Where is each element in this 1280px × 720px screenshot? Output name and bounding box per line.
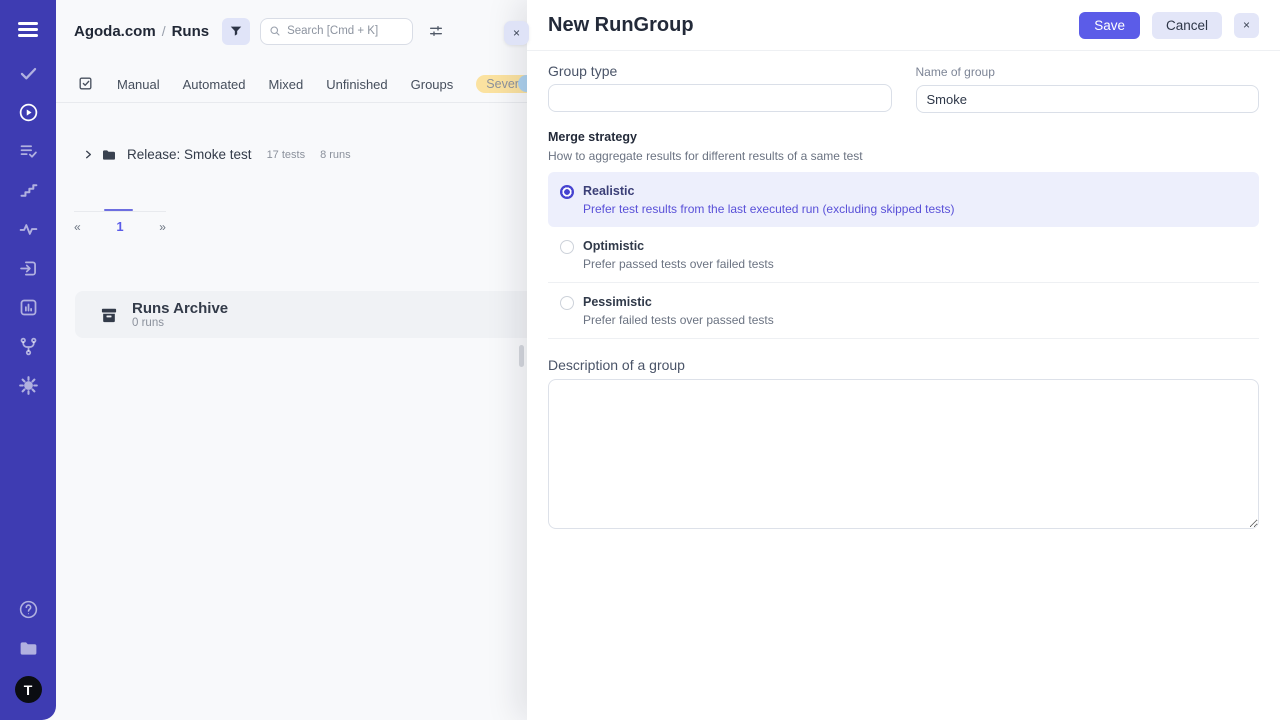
group-type-field: Group type — [548, 63, 892, 113]
description-label: Description of a group — [548, 357, 1259, 373]
modal-title: New RunGroup — [548, 14, 1079, 37]
pagination-divider — [74, 211, 166, 212]
runs-filter-tabs: Manual Automated Mixed Unfinished Groups… — [56, 66, 527, 103]
merge-strategy-hint: How to aggregate results for different r… — [548, 149, 1259, 163]
group-type-input[interactable] — [548, 84, 892, 112]
runs-panel-header: Agoda.com / Runs — [56, 0, 527, 62]
modal-close-button[interactable]: × — [1234, 13, 1259, 38]
runs-archive-row[interactable]: Runs Archive 0 runs — [75, 291, 527, 338]
app: T Agoda.com / Runs Manual Automated — [0, 0, 1280, 720]
help-icon[interactable] — [17, 598, 39, 620]
option-description: Prefer test results from the last execut… — [583, 202, 955, 216]
option-description: Prefer passed tests over failed tests — [583, 257, 774, 271]
cancel-button[interactable]: Cancel — [1152, 12, 1222, 39]
option-text: Realistic Prefer test results from the l… — [583, 184, 955, 216]
modal-header: New RunGroup Save Cancel × — [527, 0, 1280, 51]
chevron-right-icon[interactable] — [83, 149, 94, 160]
settings-gear-icon[interactable] — [17, 374, 39, 396]
pagination-active-indicator — [104, 209, 133, 211]
breadcrumb-separator: / — [162, 23, 166, 39]
pagination-prev-button[interactable]: « — [74, 220, 81, 234]
tab-unfinished[interactable]: Unfinished — [326, 77, 387, 92]
radio-selected-icon[interactable] — [560, 185, 574, 199]
pagination: « 1 » — [74, 219, 166, 234]
tab-manual[interactable]: Manual — [117, 77, 160, 92]
sidebar-nav — [17, 62, 39, 396]
import-icon[interactable] — [17, 257, 39, 279]
pagination-next-button[interactable]: » — [159, 220, 166, 234]
option-title: Pessimistic — [583, 295, 774, 310]
option-pessimistic[interactable]: Pessimistic Prefer failed tests over pas… — [548, 282, 1259, 339]
plans-list-check-icon[interactable] — [17, 140, 39, 162]
sidebar-bottom: T — [15, 598, 42, 703]
merge-strategy-options: Realistic Prefer test results from the l… — [548, 172, 1259, 339]
run-group-row[interactable]: Release: Smoke test 17 tests 8 runs — [56, 141, 527, 168]
search-input[interactable] — [287, 25, 404, 37]
option-text: Pessimistic Prefer failed tests over pas… — [583, 295, 774, 327]
search-box[interactable] — [260, 18, 413, 45]
new-rungroup-modal: New RunGroup Save Cancel × Group type Na… — [527, 0, 1280, 720]
steps-icon[interactable] — [17, 179, 39, 201]
analytics-icon[interactable] — [17, 296, 39, 318]
runs-panel: Agoda.com / Runs Manual Automated Mixed Un… — [56, 0, 527, 720]
pagination-page-1[interactable]: 1 — [116, 219, 123, 234]
merge-strategy-label: Merge strategy — [548, 130, 1259, 144]
menu-icon[interactable] — [18, 15, 38, 43]
tab-mixed[interactable]: Mixed — [269, 77, 304, 92]
breadcrumb-project[interactable]: Agoda.com — [74, 23, 156, 40]
option-optimistic[interactable]: Optimistic Prefer passed tests over fail… — [548, 227, 1259, 282]
select-all-icon[interactable] — [77, 75, 94, 93]
filter-button[interactable] — [222, 18, 250, 45]
radio-unselected-icon[interactable] — [560, 296, 574, 310]
folder-icon — [101, 147, 117, 163]
option-description: Prefer failed tests over passed tests — [583, 313, 774, 327]
breadcrumb-page: Runs — [172, 23, 210, 40]
tab-automated[interactable]: Automated — [183, 77, 246, 92]
archive-box-icon — [99, 305, 119, 325]
archive-title: Runs Archive — [132, 300, 228, 317]
runs-count: 8 runs — [320, 149, 351, 161]
tab-groups[interactable]: Groups — [411, 77, 454, 92]
funnel-icon — [229, 24, 243, 38]
sidebar: T — [0, 0, 56, 720]
run-group-title[interactable]: Release: Smoke test — [127, 147, 252, 162]
breadcrumb: Agoda.com / Runs — [74, 23, 209, 40]
panel-close-button[interactable]: × — [504, 21, 529, 45]
panel-scrollbar-thumb[interactable] — [519, 345, 524, 367]
archive-count: 0 runs — [132, 317, 228, 330]
tests-count: 17 tests — [267, 149, 306, 161]
description-textarea[interactable] — [548, 379, 1259, 529]
view-settings-button[interactable] — [424, 19, 448, 43]
option-text: Optimistic Prefer passed tests over fail… — [583, 239, 774, 271]
tests-check-icon[interactable] — [17, 62, 39, 84]
runs-play-icon[interactable] — [17, 101, 39, 123]
group-name-label: Name of group — [916, 65, 1260, 79]
option-realistic[interactable]: Realistic Prefer test results from the l… — [548, 172, 1259, 227]
option-title: Realistic — [583, 184, 955, 199]
modal-body: Group type Name of group Merge strategy … — [527, 51, 1280, 534]
pulse-icon[interactable] — [17, 218, 39, 240]
group-name-field: Name of group — [916, 63, 1260, 113]
save-button[interactable]: Save — [1079, 12, 1140, 39]
group-name-input[interactable] — [916, 85, 1260, 113]
search-icon — [269, 25, 281, 37]
archive-text: Runs Archive 0 runs — [132, 300, 228, 330]
group-type-label: Group type — [548, 63, 892, 79]
projects-folder-icon[interactable] — [17, 637, 39, 659]
option-title: Optimistic — [583, 239, 774, 254]
radio-unselected-icon[interactable] — [560, 240, 574, 254]
avatar[interactable]: T — [15, 676, 42, 703]
branches-icon[interactable] — [17, 335, 39, 357]
sliders-icon — [428, 23, 444, 39]
